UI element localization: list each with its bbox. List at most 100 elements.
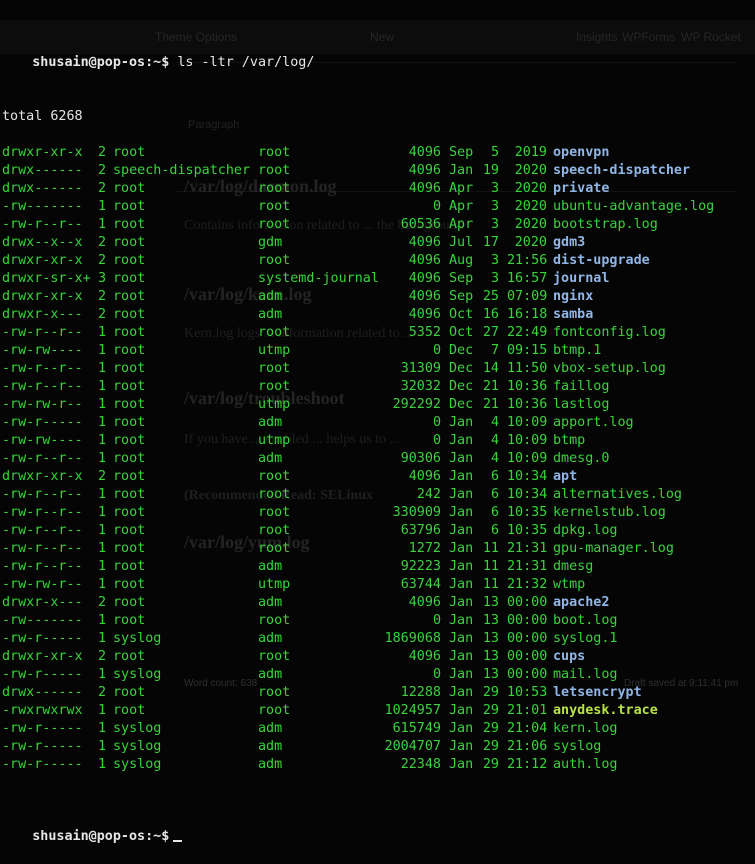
row-size: 4096 <box>408 595 441 610</box>
row-links: 1 <box>97 703 106 718</box>
row-day: 29 <box>482 739 499 754</box>
row-day: 25 <box>482 289 499 304</box>
row-owner: root <box>113 199 146 214</box>
row-group: root <box>258 163 291 178</box>
row-size: 63744 <box>400 577 441 592</box>
row-time: 21:31 <box>507 559 548 574</box>
row-links: 2 <box>97 685 106 700</box>
row-group: utmp <box>258 433 291 448</box>
row-time: 10:34 <box>507 469 548 484</box>
row-name: openvpn <box>553 145 610 160</box>
row-size: 4096 <box>408 289 441 304</box>
row-group: utmp <box>258 577 291 592</box>
row-time: 10:53 <box>507 685 548 700</box>
row-mon: Oct <box>449 307 474 322</box>
row-perm: -rw-rw-r-- <box>2 577 83 592</box>
row-links: 1 <box>97 433 106 448</box>
row-owner: syslog <box>113 757 162 772</box>
row-day: 29 <box>482 757 499 772</box>
row-perm: -rw-r--r-- <box>2 217 83 232</box>
row-group: root <box>258 613 291 628</box>
listing-row: -rw-r--r-- 1 root root 330909 Jan 6 10:35 kernel… <box>0 504 755 522</box>
row-links: 2 <box>97 307 106 322</box>
row-size: 4096 <box>408 235 441 250</box>
row-name: cups <box>553 649 586 664</box>
row-time: 10:09 <box>507 415 548 430</box>
row-name: speech-dispatcher <box>553 163 691 178</box>
row-name: vbox-setup.log <box>553 361 666 376</box>
row-mon: Jan <box>449 721 474 736</box>
row-links: 1 <box>97 217 106 232</box>
row-group: root <box>258 217 291 232</box>
listing-row: drwxr-sr-x+ 3 root systemd-journal 4096 Sep 3 1… <box>0 270 755 288</box>
row-perm: -rwxrwxrwx <box>2 703 83 718</box>
row-size: 1272 <box>408 541 441 556</box>
row-name: wtmp <box>553 577 586 592</box>
row-day: 3 <box>490 271 499 286</box>
row-perm: drwx------ <box>2 685 83 700</box>
row-mon: Aug <box>449 253 474 268</box>
row-day: 4 <box>490 415 499 430</box>
row-perm: drwxr-xr-x <box>2 289 83 304</box>
row-owner: root <box>113 559 146 574</box>
row-day: 29 <box>482 703 499 718</box>
row-owner: syslog <box>113 721 162 736</box>
listing-row: -rw-r----- 1 syslog adm 2004707 Jan 29 21:06 sys… <box>0 738 755 756</box>
row-time: 00:00 <box>507 667 548 682</box>
cursor[interactable] <box>173 840 183 842</box>
row-size: 90306 <box>400 451 441 466</box>
row-group: root <box>258 649 291 664</box>
listing-row: -rw-r--r-- 1 root root 5352 Oct 27 22:49 fontcon… <box>0 324 755 342</box>
listing-row: drwxr-xr-x 2 root adm 4096 Sep 25 07:09 nginx <box>0 288 755 306</box>
row-day: 13 <box>482 667 499 682</box>
row-mon: Jan <box>449 163 474 178</box>
row-links: 1 <box>97 379 106 394</box>
row-size: 92223 <box>400 559 441 574</box>
row-time: 10:35 <box>507 505 548 520</box>
row-day: 21 <box>482 397 499 412</box>
row-mon: Dec <box>449 397 474 412</box>
prompt: shusain@pop-os:~$ <box>32 829 170 844</box>
row-group: adm <box>258 739 283 754</box>
row-time: 21:12 <box>507 757 548 772</box>
listing-row: -rw-r--r-- 1 root root 32032 Dec 21 10:36 faillo… <box>0 378 755 396</box>
total-line-row: total 6268 <box>0 90 755 124</box>
total-line: total 6268 <box>2 109 83 124</box>
row-owner: root <box>113 469 146 484</box>
row-mon: Oct <box>449 325 474 340</box>
row-owner: root <box>113 325 146 340</box>
row-links: 2 <box>97 253 106 268</box>
row-time: 21:32 <box>507 577 548 592</box>
row-group: adm <box>258 451 283 466</box>
row-size: 0 <box>432 343 441 358</box>
row-name: alternatives.log <box>553 487 682 502</box>
row-owner: root <box>113 253 146 268</box>
listing-row: -rw-rw---- 1 root utmp 0 Jan 4 10:09 btmp <box>0 432 755 450</box>
row-mon: Jan <box>449 523 474 538</box>
input-line[interactable]: shusain@pop-os:~$ <box>0 810 755 844</box>
listing-row: -rw------- 1 root root 0 Jan 13 00:00 boot.log <box>0 612 755 630</box>
row-name: samba <box>553 307 594 322</box>
row-owner: root <box>113 271 146 286</box>
listing-row: drwx--x--x 2 root gdm 4096 Jul 17 2020 gdm3 <box>0 234 755 252</box>
row-mon: Sep <box>449 271 474 286</box>
row-name: gpu-manager.log <box>553 541 674 556</box>
listing-row: drwx------ 2 speech-dispatcher root 4096 Jan 1… <box>0 162 755 180</box>
row-group: gdm <box>258 235 283 250</box>
listing-row: -rw-r--r-- 1 root root 60536 Apr 3 2020 bootstra… <box>0 216 755 234</box>
row-group: adm <box>258 667 283 682</box>
row-day: 16 <box>482 307 499 322</box>
row-time: 10:09 <box>507 433 548 448</box>
row-time: 00:00 <box>507 613 548 628</box>
row-size: 0 <box>432 199 441 214</box>
row-time: 2020 <box>514 181 547 196</box>
row-owner: root <box>113 433 146 448</box>
row-links: 1 <box>97 757 106 772</box>
terminal-window[interactable]: shusain@pop-os:~$ ls -ltr /var/log/ tota… <box>0 0 755 844</box>
row-group: root <box>258 523 291 538</box>
row-group: adm <box>258 559 283 574</box>
row-name: dpkg.log <box>553 523 618 538</box>
row-name: dmesg <box>553 559 594 574</box>
row-perm: -rw-r--r-- <box>2 541 83 556</box>
row-time: 21:01 <box>507 703 548 718</box>
